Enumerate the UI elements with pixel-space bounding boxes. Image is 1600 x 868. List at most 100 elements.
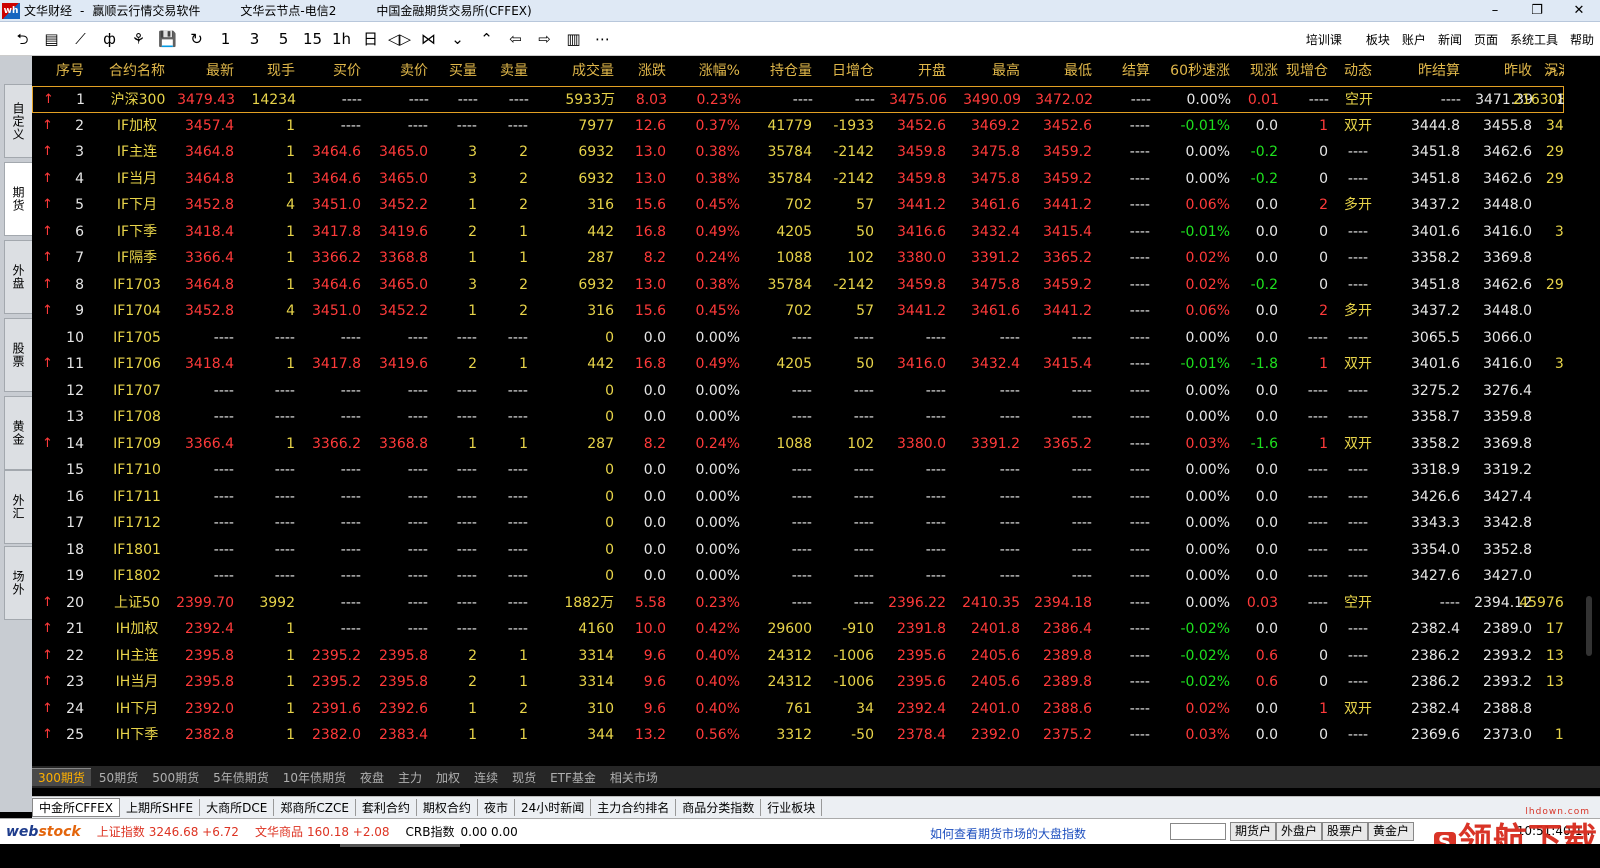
exchange-tab[interactable]: 上期所SHFE <box>120 799 201 816</box>
table-row[interactable]: ↑ 23 IH当月 2395.8 1 2395.2 2395.8 2 1 3314 9.6 0.40%… <box>32 669 1564 696</box>
up-double-icon[interactable]: ⌃ <box>472 22 501 56</box>
header-col-settle[interactable]: 结算 <box>1092 56 1150 82</box>
sidebar-tab-foreign[interactable]: 外盘 <box>4 240 32 314</box>
period-3-icon[interactable]: 3 <box>240 22 269 56</box>
index-sh[interactable]: 上证指数 3246.68 +6.72 <box>97 823 239 840</box>
menu-tools[interactable]: 系统工具 <box>1510 31 1558 48</box>
header-col-change-pct[interactable]: 涨幅% <box>666 56 740 82</box>
gold-account-button[interactable]: 黄金户 <box>1368 822 1415 841</box>
header-col-vol-now[interactable]: 现手 <box>237 56 295 82</box>
table-row[interactable]: 12 IF1707 ---- ---- ---- ---- ---- ---- 0 0.0 0.00… <box>32 378 1564 405</box>
exchange-tab[interactable]: 大商所DCE <box>200 799 275 816</box>
header-col-60s-speed[interactable]: 60秒速涨 <box>1150 56 1230 82</box>
header-col-low[interactable]: 最低 <box>1020 56 1092 82</box>
analysis-icon[interactable]: ⚘ <box>124 22 153 56</box>
exchange-tab[interactable]: 中金所CFFEX <box>32 798 120 817</box>
menu-sector[interactable]: 板块 <box>1366 31 1390 48</box>
table-row[interactable]: ↑ 4 IF当月 3464.8 1 3464.6 3465.0 3 2 6932 13.0 0.38%… <box>32 166 1564 193</box>
table-row[interactable]: 13 IF1708 ---- ---- ---- ---- ---- ---- 0 0.0 0.00… <box>32 404 1564 431</box>
exchange-tab[interactable]: 商品分类指数 <box>676 799 762 816</box>
header-col-more[interactable]: >> <box>1546 56 1564 82</box>
stock-account-button[interactable]: 股票户 <box>1322 822 1369 841</box>
close-button[interactable]: ✕ <box>1558 0 1600 22</box>
table-row[interactable]: ↑ 21 IH加权 2392.4 1 ---- ---- ---- ---- 4160 10.0 0.… <box>32 616 1564 643</box>
chart-line-icon[interactable]: ⟋ <box>66 22 95 56</box>
table-row[interactable]: ↑ 6 IF下季 3418.4 1 3417.8 3419.6 2 1 442 16.8 0.49% 4… <box>32 219 1564 246</box>
candle-icon[interactable]: ф <box>95 22 124 56</box>
vertical-scrollbar[interactable] <box>1564 56 1600 766</box>
header-col-high[interactable]: 最高 <box>946 56 1020 82</box>
sidebar-tab-otc[interactable]: 场外 <box>4 546 32 620</box>
more-icon[interactable]: ⋯ <box>588 22 617 56</box>
period-15-icon[interactable]: 15 <box>298 22 327 56</box>
split-icon[interactable]: ◁▷ <box>385 22 414 56</box>
category-tab[interactable]: 300期货 <box>32 768 91 786</box>
sidebar-tab-stocks[interactable]: 股票 <box>4 318 32 392</box>
restore-button[interactable]: ❐ <box>1516 0 1558 22</box>
header-col-name[interactable]: 合约名称 <box>92 56 182 82</box>
table-row[interactable]: ↑ 8 IF1703 3464.8 1 3464.6 3465.0 3 2 6932 13.0 0.3… <box>32 272 1564 299</box>
table-row[interactable]: ↑ 5 IF下月 3452.8 4 3451.0 3452.2 1 2 316 15.6 0.45% 7… <box>32 192 1564 219</box>
table-row[interactable]: ↑ 24 IH下月 2392.0 1 2391.6 2392.6 1 2 310 9.6 0.40% 7… <box>32 696 1564 723</box>
exchange-tab[interactable]: 行业板块 <box>761 799 823 816</box>
prev-icon[interactable]: ⇦ <box>501 22 530 56</box>
sidebar-tab-futures[interactable]: 期货 <box>4 162 32 236</box>
header-col-oi-change[interactable]: 日增仓 <box>812 56 874 82</box>
table-row[interactable]: 17 IF1712 ---- ---- ---- ---- ---- ---- 0 0.0 0.00… <box>32 510 1564 537</box>
header-col-oi[interactable]: 持仓量 <box>740 56 812 82</box>
header-col-change[interactable]: 涨跌 <box>614 56 666 82</box>
down-double-icon[interactable]: ⌄ <box>443 22 472 56</box>
header-col-prev-settle[interactable]: 昨结算 <box>1388 56 1460 82</box>
period-day-icon[interactable]: 日 <box>356 22 385 56</box>
index-wh[interactable]: 文华商品 160.18 +2.08 <box>255 823 390 840</box>
menu-page[interactable]: 页面 <box>1474 31 1498 48</box>
menu-news[interactable]: 新闻 <box>1438 31 1462 48</box>
category-tab[interactable]: 50期货 <box>93 769 144 786</box>
exchange-tab[interactable]: 期权合约 <box>417 799 478 816</box>
category-tab[interactable]: 5年债期货 <box>207 769 275 786</box>
header-col-action[interactable]: 动态 <box>1328 56 1388 82</box>
table-row[interactable]: 10 IF1705 ---- ---- ---- ---- ---- ---- 0 0.0 0.00… <box>32 325 1564 352</box>
period-5-icon[interactable]: 5 <box>269 22 298 56</box>
index-crb[interactable]: CRB指数 0.00 0.00 <box>406 823 518 840</box>
minimize-button[interactable]: – <box>1474 0 1516 22</box>
table-row[interactable]: ↑ 14 IF1709 3366.4 1 3366.2 3368.8 1 1 287 8.2 0.24… <box>32 431 1564 458</box>
list-icon[interactable]: ▤ <box>37 22 66 56</box>
category-tab[interactable]: 主力 <box>392 769 428 786</box>
back-icon[interactable]: ⮌ <box>8 22 37 56</box>
category-tab[interactable]: 500期货 <box>146 769 205 786</box>
header-col-bid[interactable]: 买价 <box>294 56 361 82</box>
exchange-tab[interactable]: 夜市 <box>478 799 515 816</box>
header-col-last[interactable]: 最新 <box>172 56 234 82</box>
period-1h-icon[interactable]: 1h <box>327 22 356 56</box>
table-row[interactable]: ↑ 11 IF1706 3418.4 1 3417.8 3419.6 2 1 442 16.8 0.4… <box>32 351 1564 378</box>
header-col-ask[interactable]: 卖价 <box>362 56 428 82</box>
scrollbar-thumb[interactable] <box>1586 596 1592 656</box>
next-icon[interactable]: ⇨ <box>530 22 559 56</box>
sidebar-tab-custom[interactable]: 自定义 <box>4 84 32 158</box>
header-col-bid-vol[interactable]: 买量 <box>430 56 477 82</box>
code-input[interactable] <box>1170 823 1226 840</box>
refresh-icon[interactable]: ↻ <box>182 22 211 56</box>
exchange-tab[interactable]: 郑商所CZCE <box>274 799 356 816</box>
menu-account[interactable]: 账户 <box>1402 31 1426 48</box>
save-icon[interactable]: 💾 <box>153 22 182 56</box>
header-col-now-oi[interactable]: 现增仓 <box>1278 56 1328 82</box>
period-1-icon[interactable]: 1 <box>211 22 240 56</box>
exchange-tab[interactable]: 主力合约排名 <box>591 799 677 816</box>
category-tab[interactable]: 现货 <box>506 769 542 786</box>
futures-account-button[interactable]: 期货户 <box>1230 822 1277 841</box>
category-tab[interactable]: 夜盘 <box>354 769 390 786</box>
table-row[interactable]: ↑ 25 IH下季 2382.8 1 2382.0 2383.4 1 1 344 13.2 0.56%… <box>32 722 1564 749</box>
exchange-tab[interactable]: 套利合约 <box>356 799 417 816</box>
layout-icon[interactable]: ▥ <box>559 22 588 56</box>
contract-icon[interactable]: ⋈ <box>414 22 443 56</box>
header-col-no[interactable]: 序号 <box>32 56 84 82</box>
category-tab[interactable]: 相关市场 <box>604 769 664 786</box>
table-row[interactable]: ↑ 7 IF隔季 3366.4 1 3366.2 3368.8 1 1 287 8.2 0.24% 10… <box>32 245 1564 272</box>
help-link[interactable]: 如何查看期货市场的大盘指数 <box>930 825 1086 842</box>
table-row[interactable]: ↑ 2 IF加权 3457.4 1 ---- ---- ---- ---- 7977 12.6 0.3… <box>32 113 1564 140</box>
category-tab[interactable]: 10年债期货 <box>277 769 352 786</box>
foreign-account-button[interactable]: 外盘户 <box>1276 822 1323 841</box>
sidebar-tab-forex[interactable]: 外汇 <box>4 470 32 544</box>
